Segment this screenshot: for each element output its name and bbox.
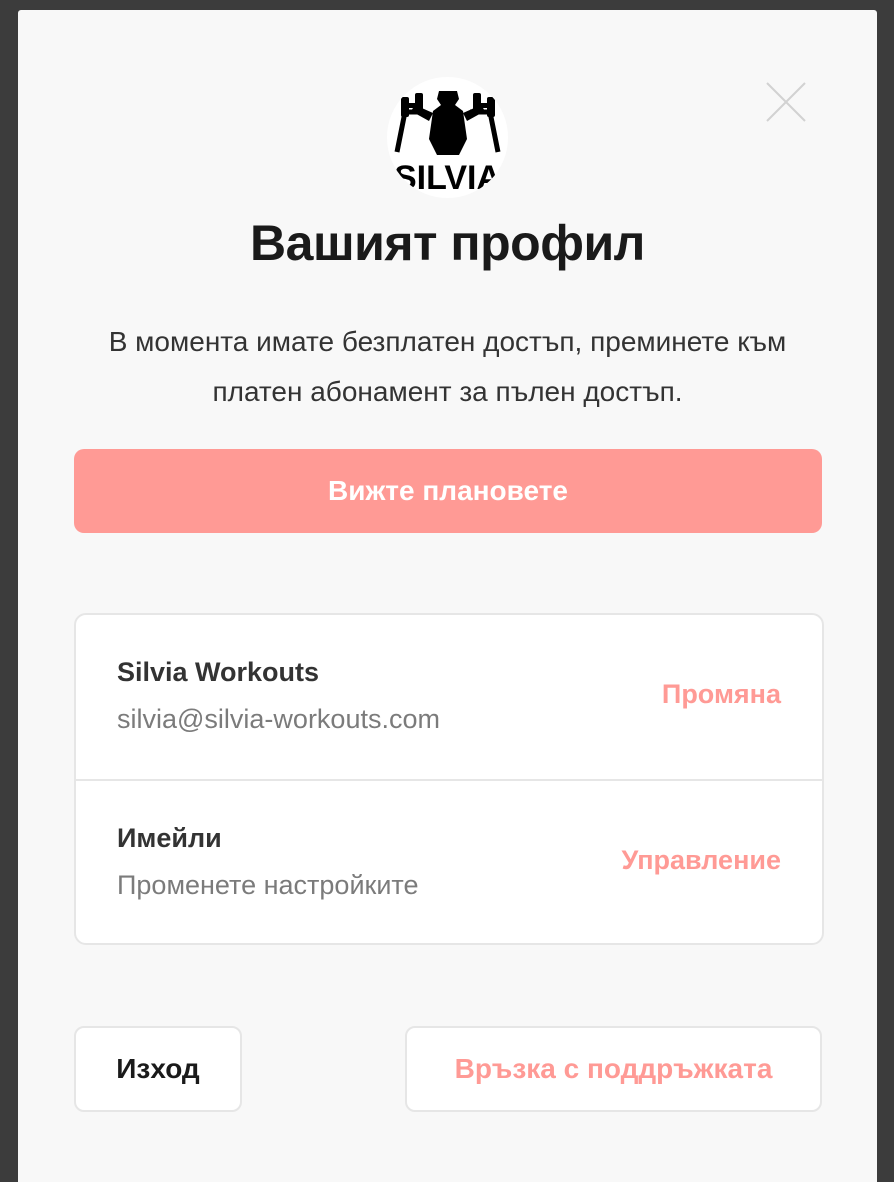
silvia-workouts-logo: SILVIA <box>387 77 508 198</box>
profile-modal: SILVIA Вашият профил В момента имате без… <box>18 10 877 1182</box>
close-icon <box>766 82 806 122</box>
change-account-link[interactable]: Промяна <box>662 679 781 710</box>
emails-title: Имейли <box>117 823 222 853</box>
emails-row: Имейли Променете настройките Управление <box>76 779 822 945</box>
subscription-message: В момента имате безплатен достъп, премин… <box>108 326 787 407</box>
account-email: silvia@silvia-workouts.com <box>117 704 440 734</box>
emails-subtitle: Променете настройките <box>117 870 419 900</box>
close-button[interactable] <box>764 80 808 124</box>
manage-emails-link[interactable]: Управление <box>621 845 781 876</box>
account-settings-card: Silvia Workouts silvia@silvia-workouts.c… <box>74 613 824 945</box>
view-plans-button[interactable]: Вижте плановете <box>74 449 822 533</box>
logo-icon: SILVIA <box>394 91 501 197</box>
logout-button[interactable]: Изход <box>74 1026 242 1112</box>
logo-text: SILVIA <box>394 159 501 197</box>
page-title: Вашият профил <box>250 215 645 271</box>
account-row: Silvia Workouts silvia@silvia-workouts.c… <box>76 615 822 779</box>
contact-support-button[interactable]: Връзка с поддръжката <box>405 1026 822 1112</box>
account-name: Silvia Workouts <box>117 657 320 687</box>
